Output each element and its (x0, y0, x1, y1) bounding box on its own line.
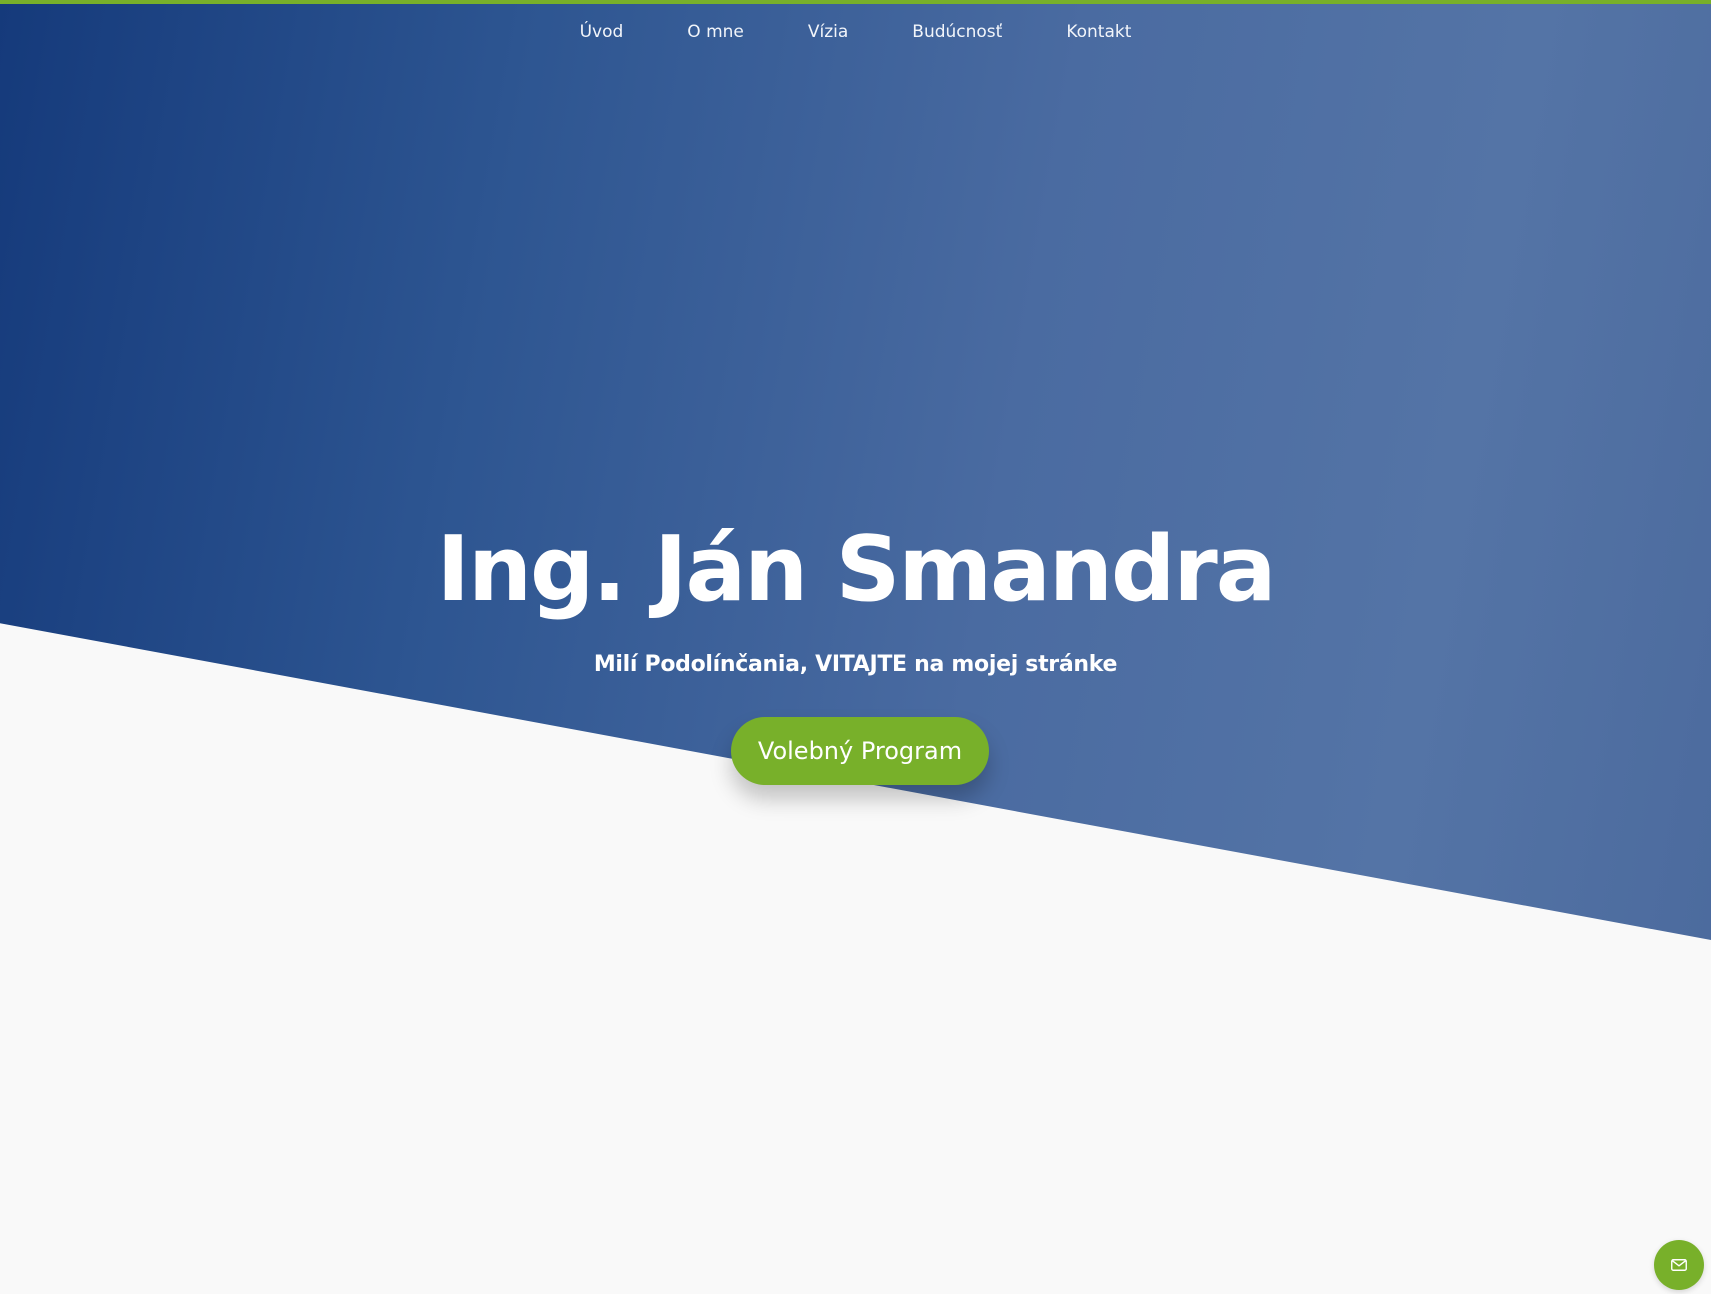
top-accent-bar (0, 0, 1711, 4)
contact-mail-button[interactable] (1654, 1240, 1704, 1290)
nav-item-o-mne[interactable]: O mne (687, 16, 744, 48)
nav-item-kontakt[interactable]: Kontakt (1066, 16, 1131, 48)
nav-item-buducnost[interactable]: Budúcnosť (912, 16, 1002, 48)
mail-icon (1671, 1259, 1687, 1271)
main-navigation: Úvod O mne Vízia Budúcnosť Kontakt (0, 16, 1711, 48)
hero-title: Ing. Ján Smandra (436, 517, 1276, 622)
volebny-program-button[interactable]: Volebný Program (731, 717, 989, 785)
page: Úvod O mne Vízia Budúcnosť Kontakt Ing. … (0, 0, 1711, 1294)
nav-item-vizia[interactable]: Vízia (808, 16, 848, 48)
hero-subtitle: Milí Podolínčania, VITAJTE na mojej strá… (593, 652, 1118, 677)
nav-item-uvod[interactable]: Úvod (580, 16, 624, 48)
hero-background (0, 0, 1711, 940)
